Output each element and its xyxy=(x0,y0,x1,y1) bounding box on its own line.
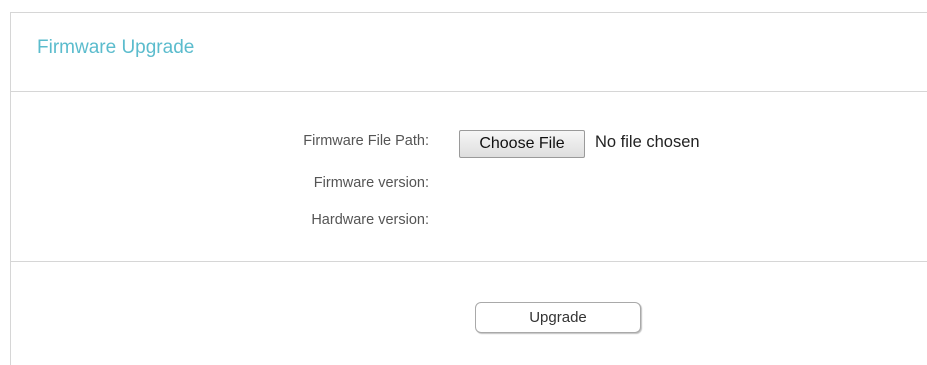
hardware-version-label: Hardware version: xyxy=(311,212,429,228)
upgrade-button[interactable]: Upgrade xyxy=(475,302,641,333)
page-title: Firmware Upgrade xyxy=(37,37,195,58)
firmware-version-label: Firmware version: xyxy=(313,175,429,191)
header-divider xyxy=(11,91,927,92)
choose-file-button[interactable]: Choose File xyxy=(459,130,585,158)
file-chosen-status: No file chosen xyxy=(595,133,700,151)
firmware-file-path-label: Firmware File Path: xyxy=(303,133,429,149)
firmware-upgrade-panel: Firmware Upgrade Firmware File Path: Cho… xyxy=(10,12,927,365)
footer-divider xyxy=(11,261,927,262)
